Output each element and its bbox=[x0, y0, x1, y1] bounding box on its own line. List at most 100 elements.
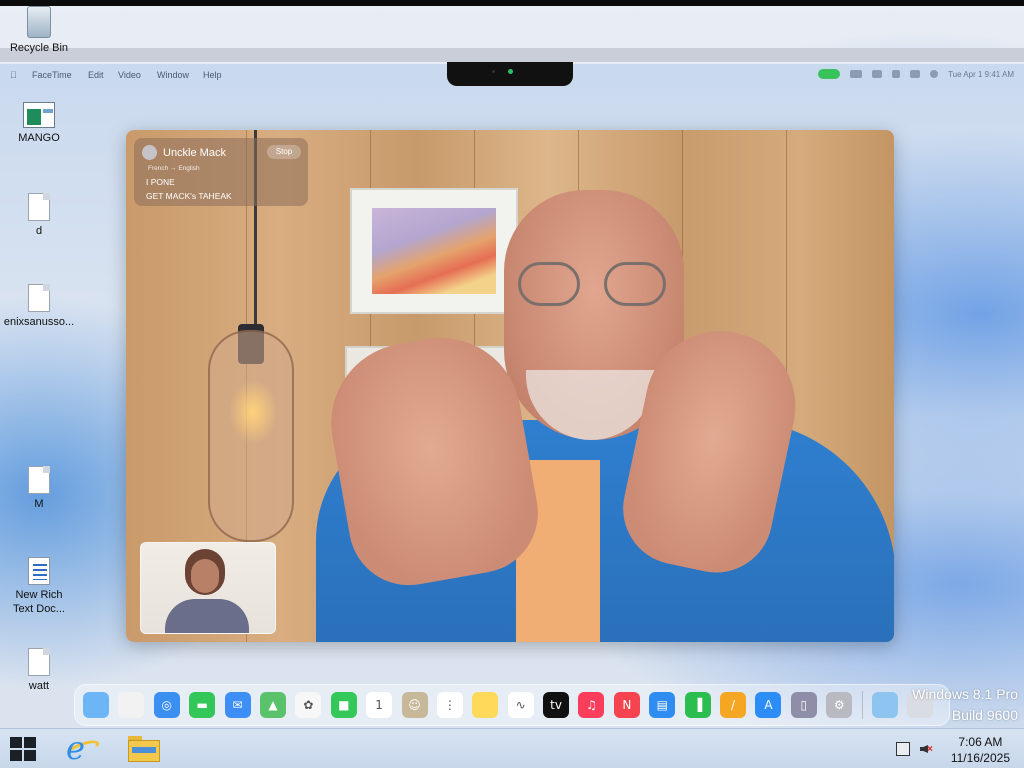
apple-tv-glyph: tv bbox=[550, 698, 562, 712]
lamp-bulb bbox=[208, 330, 294, 542]
keynote-glyph: ▤ bbox=[656, 698, 668, 712]
taskbar: e × 7:06 AM 11/16/2025 bbox=[0, 728, 1024, 768]
pages-glyph: / bbox=[731, 698, 736, 712]
system-settings-icon[interactable]: ⚙ bbox=[826, 692, 853, 718]
freeform-icon[interactable]: ∿ bbox=[507, 692, 534, 718]
numbers-glyph: ▐ bbox=[693, 698, 703, 712]
file-m-icon[interactable]: M bbox=[1, 466, 77, 511]
caller-avatar bbox=[142, 145, 157, 160]
facetime-icon[interactable]: ■ bbox=[330, 692, 357, 718]
self-view-thumbnail bbox=[140, 542, 276, 634]
siri-icon bbox=[930, 70, 939, 78]
calendar-glyph: 1 bbox=[375, 698, 383, 712]
mail-glyph: ✉ bbox=[232, 698, 243, 712]
translation-languages: French → English bbox=[148, 165, 200, 172]
mac-dock: ◎ ▬ ✉ ▲ ✿ ■ 1 ☺ ⋮ ∿ tv ♫ N ▤ ▐ / A ▯ ⚙ bbox=[74, 684, 950, 726]
desktop-icon-label: watt bbox=[28, 680, 50, 692]
messages-icon[interactable]: ▬ bbox=[189, 692, 216, 718]
wall-painting bbox=[350, 188, 518, 314]
contacts-icon[interactable]: ☺ bbox=[401, 692, 428, 718]
reminders-icon[interactable]: ⋮ bbox=[436, 692, 463, 718]
windows-logo-pane bbox=[24, 750, 36, 761]
iphone-mirroring-glyph: ▯ bbox=[800, 698, 808, 712]
app-store-glyph: A bbox=[764, 698, 773, 712]
freeform-glyph: ∿ bbox=[515, 698, 526, 712]
search-icon bbox=[892, 70, 901, 78]
control-center-icon bbox=[910, 70, 921, 78]
document-icon bbox=[28, 193, 50, 221]
downloads-folder-icon[interactable] bbox=[871, 692, 898, 718]
apple-tv-icon[interactable]: tv bbox=[543, 692, 570, 718]
photos-icon[interactable]: ✿ bbox=[295, 692, 322, 718]
new-rich-text-doc-icon[interactable]: New Rich Text Doc... bbox=[1, 557, 77, 616]
maps-icon[interactable]: ▲ bbox=[259, 692, 286, 718]
dock-divider bbox=[861, 691, 863, 719]
numbers-icon[interactable]: ▐ bbox=[684, 692, 711, 718]
desktop-icon-label: MANGO bbox=[18, 132, 60, 144]
file-d-icon[interactable]: d bbox=[1, 193, 77, 238]
mango-icon[interactable]: MANGO bbox=[1, 102, 77, 145]
apple-icon:  bbox=[10, 70, 17, 80]
system-settings-glyph: ⚙ bbox=[833, 698, 845, 712]
file-watt-icon[interactable]: watt bbox=[1, 648, 77, 693]
clock-time: 7:06 AM bbox=[958, 735, 1003, 749]
iphone-mirroring-icon[interactable]: ▯ bbox=[790, 692, 817, 718]
messages-glyph: ▬ bbox=[196, 698, 208, 712]
music-glyph: ♫ bbox=[586, 698, 597, 712]
document-icon bbox=[28, 284, 50, 312]
recycle-bin-image bbox=[27, 6, 51, 38]
action-center-icon[interactable] bbox=[896, 742, 910, 756]
windows-logo-pane bbox=[10, 737, 22, 748]
desktop-icon-label: New Rich Text Doc... bbox=[13, 589, 65, 615]
menu-help: Help bbox=[203, 70, 222, 80]
calendar-icon[interactable]: 1 bbox=[366, 692, 393, 718]
recycle-bin-icon[interactable]: Recycle Bin bbox=[1, 6, 77, 55]
watermark-build: Build 9600 bbox=[951, 707, 1018, 723]
facetime-status-icon bbox=[818, 69, 841, 79]
pages-icon[interactable]: / bbox=[720, 692, 747, 718]
taskbar-clock[interactable]: 7:06 AM 11/16/2025 bbox=[951, 734, 1010, 766]
news-icon[interactable]: N bbox=[613, 692, 640, 718]
painting-art bbox=[372, 208, 496, 294]
caller-name: Unckle Mack bbox=[163, 147, 226, 159]
launchpad-icon[interactable] bbox=[118, 692, 145, 718]
watermark-edition: Windows 8.1 Pro bbox=[912, 686, 1018, 702]
mail-icon[interactable]: ✉ bbox=[224, 692, 251, 718]
contacts-glyph: ☺ bbox=[408, 698, 421, 712]
app-store-icon[interactable]: A bbox=[755, 692, 782, 718]
downloads-folder-glyph bbox=[872, 692, 898, 718]
volume-muted-icon[interactable]: × bbox=[920, 742, 934, 756]
glasses-lens bbox=[518, 262, 580, 306]
self-face bbox=[191, 559, 219, 593]
facetime-window: Unckle Mack Stop French → English I PONE… bbox=[126, 130, 894, 642]
reminders-glyph: ⋮ bbox=[443, 698, 456, 712]
file-explorer-button[interactable] bbox=[124, 734, 164, 764]
document-icon bbox=[28, 648, 50, 676]
mac-status-area: Tue Apr 1 9:41 AM bbox=[818, 69, 1014, 79]
photos-glyph: ✿ bbox=[303, 698, 314, 712]
music-icon[interactable]: ♫ bbox=[578, 692, 605, 718]
notes-icon[interactable] bbox=[472, 692, 499, 718]
document-icon bbox=[28, 466, 50, 494]
finder-icon[interactable] bbox=[83, 692, 109, 718]
safari-icon[interactable]: ◎ bbox=[153, 692, 180, 718]
windows-watermark: Windows 8.1 Pro Build 9600 bbox=[912, 684, 1018, 726]
file-enixsanusso-icon[interactable]: enixsanusso... bbox=[1, 284, 77, 329]
menu-edit: Edit bbox=[88, 70, 104, 80]
battery-icon bbox=[850, 70, 863, 78]
clock-date: 11/16/2025 bbox=[950, 751, 1010, 765]
start-button[interactable] bbox=[10, 737, 38, 763]
desktop-icon-label: enixsanusso... bbox=[3, 316, 75, 328]
maps-glyph: ▲ bbox=[268, 698, 278, 712]
self-body bbox=[165, 599, 249, 633]
internet-explorer-button[interactable]: e bbox=[62, 729, 102, 767]
stop-button[interactable]: Stop bbox=[267, 145, 301, 159]
launchpad-glyph bbox=[118, 692, 144, 718]
keynote-icon[interactable]: ▤ bbox=[649, 692, 676, 718]
menu-window: Window bbox=[157, 70, 190, 80]
windows-logo-pane bbox=[24, 737, 36, 748]
folder-stripe bbox=[132, 747, 156, 753]
notes-glyph bbox=[472, 692, 498, 718]
internet-explorer-icon: e bbox=[66, 729, 85, 767]
top-edge bbox=[0, 0, 1024, 6]
